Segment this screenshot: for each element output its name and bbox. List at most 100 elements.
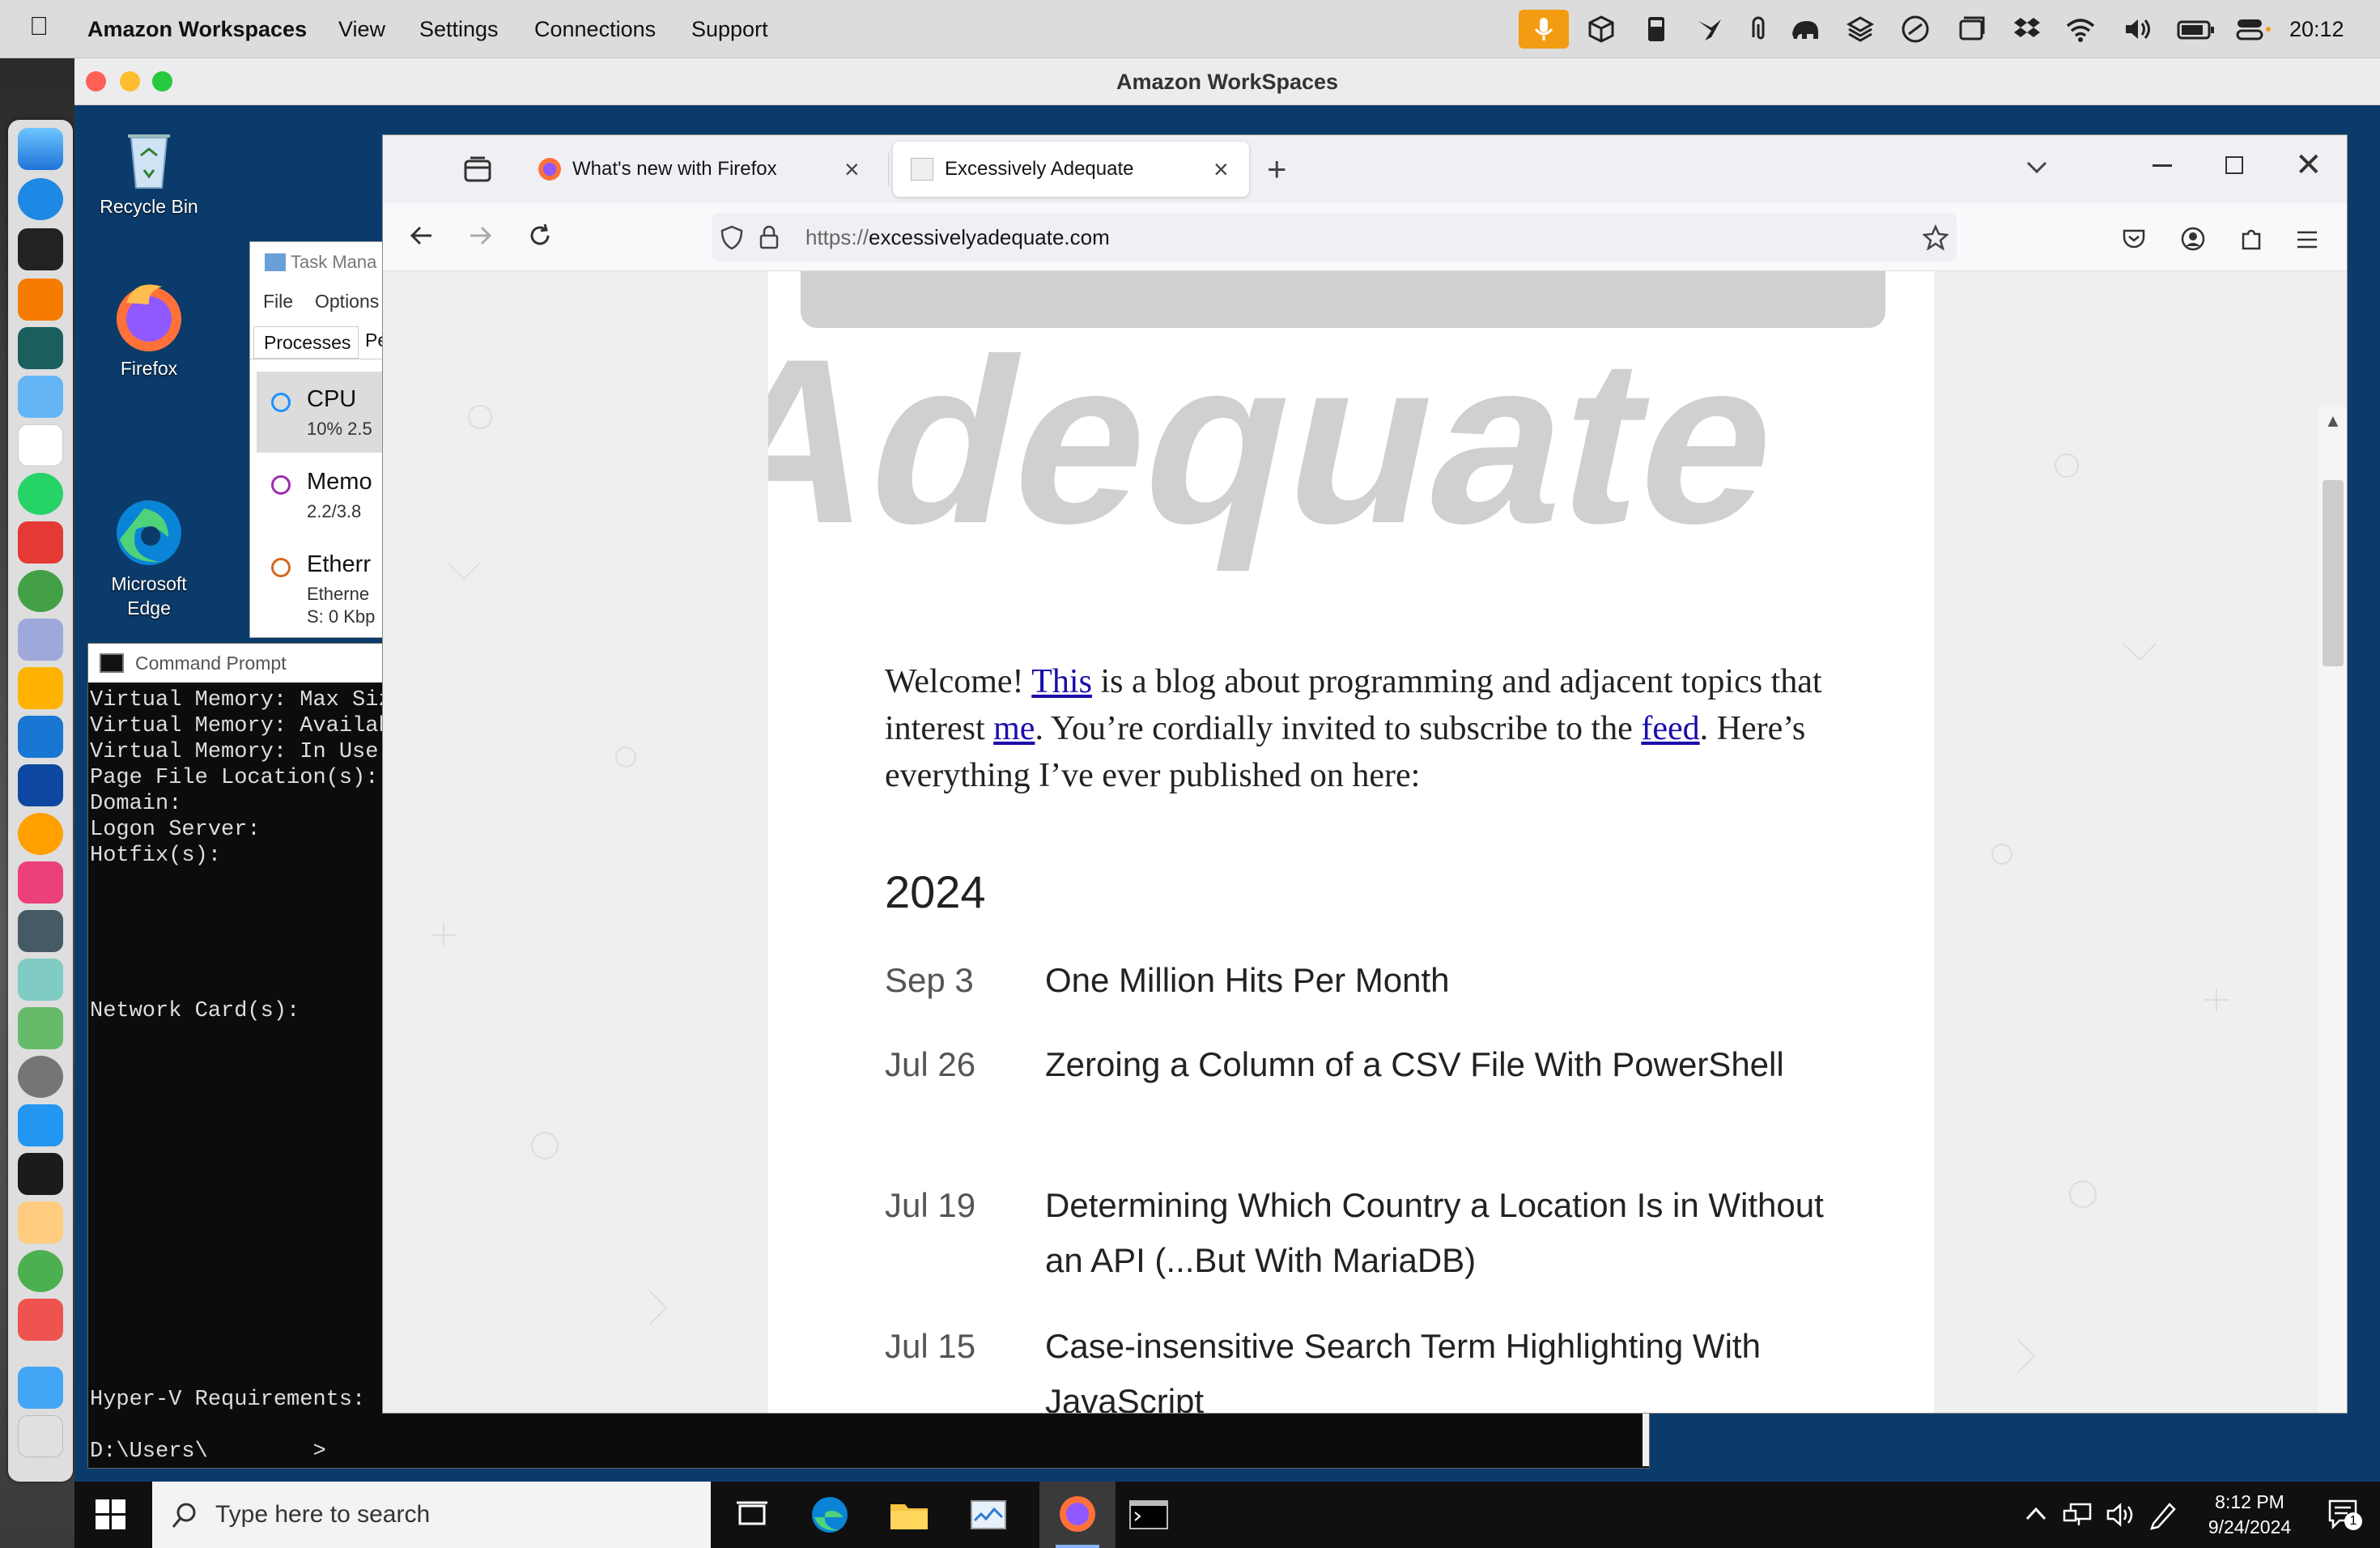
apple-icon[interactable]:  xyxy=(29,11,49,40)
bookmark-star-icon[interactable] xyxy=(1923,224,1949,250)
post-title-link[interactable]: Case-insensitive Search Term Highlightin… xyxy=(1045,1319,1838,1413)
list-tabs-icon[interactable] xyxy=(2025,159,2049,176)
me-link[interactable]: me xyxy=(993,710,1035,747)
wifi-icon[interactable] xyxy=(2064,13,2097,45)
speaker-icon[interactable] xyxy=(2105,1501,2137,1529)
notifications-icon[interactable]: 1 xyxy=(2327,1498,2362,1532)
taskbar-search-box[interactable]: Type here to search xyxy=(152,1482,711,1548)
perf-row-memory[interactable]: Memo 2.2/3.8 xyxy=(257,454,391,535)
close-browser-icon[interactable]: ✕ xyxy=(2295,147,2323,184)
calendar-dock-icon[interactable] xyxy=(18,424,63,466)
photobooth-dock-icon[interactable] xyxy=(18,910,63,952)
tab-excessively-adequate[interactable]: Excessively Adequate × xyxy=(893,142,1249,197)
paint-dock-icon[interactable] xyxy=(18,861,63,904)
lock-icon[interactable] xyxy=(759,224,780,250)
control-center-icon[interactable] xyxy=(2234,13,2275,45)
video-dock-icon[interactable] xyxy=(18,764,63,806)
post-title-link[interactable]: One Million Hits Per Month xyxy=(1045,953,1838,1008)
plants-dock-icon[interactable] xyxy=(18,1007,63,1049)
account-icon[interactable] xyxy=(2180,226,2206,252)
pocket-icon[interactable] xyxy=(2122,228,2146,250)
zoom-window-button[interactable] xyxy=(152,71,172,91)
windows-start-icon[interactable] xyxy=(96,1499,126,1530)
extensions-icon[interactable] xyxy=(2238,226,2264,252)
whatsapp-dock-icon[interactable] xyxy=(18,473,63,515)
battery-icon[interactable] xyxy=(2176,13,2216,45)
edge-taskbar-icon[interactable] xyxy=(808,1493,852,1537)
task-manager-window[interactable]: Task Mana File Options Processes Pe CPU … xyxy=(249,241,392,638)
cmd-scrollbar[interactable] xyxy=(1643,1413,1649,1466)
trash-dock-icon[interactable] xyxy=(18,1415,63,1457)
tracking-protection-shield-icon[interactable] xyxy=(720,224,744,250)
terminal-dock-icon[interactable] xyxy=(18,228,63,270)
tools-dock-icon[interactable] xyxy=(18,716,63,758)
feed-link[interactable]: feed xyxy=(1641,710,1699,747)
settings-dock-icon[interactable] xyxy=(18,1056,63,1098)
post-title-link[interactable]: Determining Which Country a Location Is … xyxy=(1045,1178,1838,1288)
mascot-dock-icon[interactable] xyxy=(18,619,63,661)
leaf-dock-icon[interactable] xyxy=(18,959,63,1001)
scrollbar-thumb[interactable] xyxy=(2323,480,2344,666)
menu-support[interactable]: Support xyxy=(691,15,768,44)
notes-dock-icon[interactable] xyxy=(18,667,63,709)
audio-dock-icon[interactable] xyxy=(18,813,63,855)
appstore-dock-icon[interactable] xyxy=(18,1104,63,1146)
command-prompt-output[interactable]: Virtual Memory: Max Siz Virtual Memory: … xyxy=(90,687,392,1465)
dropbox-icon[interactable] xyxy=(2011,13,2043,45)
menu-file[interactable]: File xyxy=(263,291,293,313)
task-manager-taskbar-icon[interactable] xyxy=(967,1493,1010,1537)
desktop-icon-firefox[interactable]: Firefox xyxy=(92,279,206,381)
site-logo[interactable]: Adequate xyxy=(768,271,1934,579)
finder-dock-icon[interactable] xyxy=(18,128,63,170)
firefox-view-icon[interactable] xyxy=(464,156,491,182)
maximize-icon[interactable] xyxy=(2225,156,2243,174)
post-title-link[interactable]: Zeroing a Column of a CSV File With Powe… xyxy=(1045,1037,1838,1092)
scroll-up-icon[interactable]: ▲ xyxy=(2324,410,2342,432)
flower-dock-icon[interactable] xyxy=(18,1201,63,1244)
taskbar-clock[interactable]: 8:12 PM 9/24/2024 xyxy=(2189,1490,2310,1540)
url-bar[interactable]: https://excessivelyadequate.com xyxy=(712,213,1957,262)
remote-dock-icon[interactable] xyxy=(18,327,63,369)
menu-options[interactable]: Options xyxy=(315,291,379,313)
menubar-app-name[interactable]: Amazon Workspaces xyxy=(87,15,307,44)
timer-dock-icon[interactable] xyxy=(18,570,63,612)
menu-settings[interactable]: Settings xyxy=(419,15,499,44)
chrome-dock-icon[interactable] xyxy=(18,1250,63,1292)
desktop-icon-edge[interactable]: Microsoft Edge xyxy=(92,445,206,620)
elephant-icon[interactable] xyxy=(1789,13,1821,45)
sd-card-icon[interactable] xyxy=(1640,13,1672,45)
network-icon[interactable] xyxy=(2063,1501,2095,1529)
minimize-icon[interactable] xyxy=(2153,164,2172,167)
safari-dock-icon[interactable] xyxy=(18,178,63,220)
bird-icon[interactable] xyxy=(1694,13,1726,45)
todoist-dock-icon[interactable] xyxy=(18,521,63,563)
paperclip-icon[interactable] xyxy=(1742,13,1774,45)
task-view-icon[interactable] xyxy=(730,1493,774,1537)
close-tab-icon[interactable]: × xyxy=(844,142,860,197)
close-tab-icon[interactable]: × xyxy=(1213,142,1229,197)
microphone-icon[interactable] xyxy=(1519,10,1569,49)
sublime-dock-icon[interactable] xyxy=(18,279,63,321)
activity-monitor-dock-icon[interactable] xyxy=(18,1153,63,1195)
volume-icon[interactable] xyxy=(2121,13,2153,45)
tray-chevron-up-icon[interactable] xyxy=(2024,1504,2048,1524)
desktop-icon-recycle-bin[interactable]: Recycle Bin xyxy=(92,121,206,219)
pen-icon[interactable] xyxy=(2147,1499,2178,1530)
new-tab-icon[interactable]: + xyxy=(1267,150,1287,189)
app-menu-icon[interactable] xyxy=(2295,229,2319,250)
downloads-dock-icon[interactable] xyxy=(18,1367,63,1409)
page-scrollbar[interactable]: ▲ ▼ xyxy=(2318,407,2347,1413)
forward-icon[interactable] xyxy=(465,221,495,250)
mail-dock-icon[interactable] xyxy=(18,376,63,418)
tab-processes[interactable]: Processes xyxy=(253,326,359,359)
perf-row-ethernet[interactable]: Etherr Etherne S: 0 Kbp xyxy=(257,537,391,634)
this-link[interactable]: This xyxy=(1031,663,1092,700)
window-icon[interactable] xyxy=(1956,13,1988,45)
close-window-button[interactable] xyxy=(86,71,106,91)
tab-whats-new[interactable]: What's new with Firefox × xyxy=(521,142,885,197)
back-icon[interactable] xyxy=(407,221,436,250)
reload-icon[interactable] xyxy=(525,221,555,250)
box-icon[interactable] xyxy=(1585,13,1617,45)
layers-icon[interactable] xyxy=(1844,13,1876,45)
firefox-taskbar-icon[interactable] xyxy=(1039,1482,1116,1548)
